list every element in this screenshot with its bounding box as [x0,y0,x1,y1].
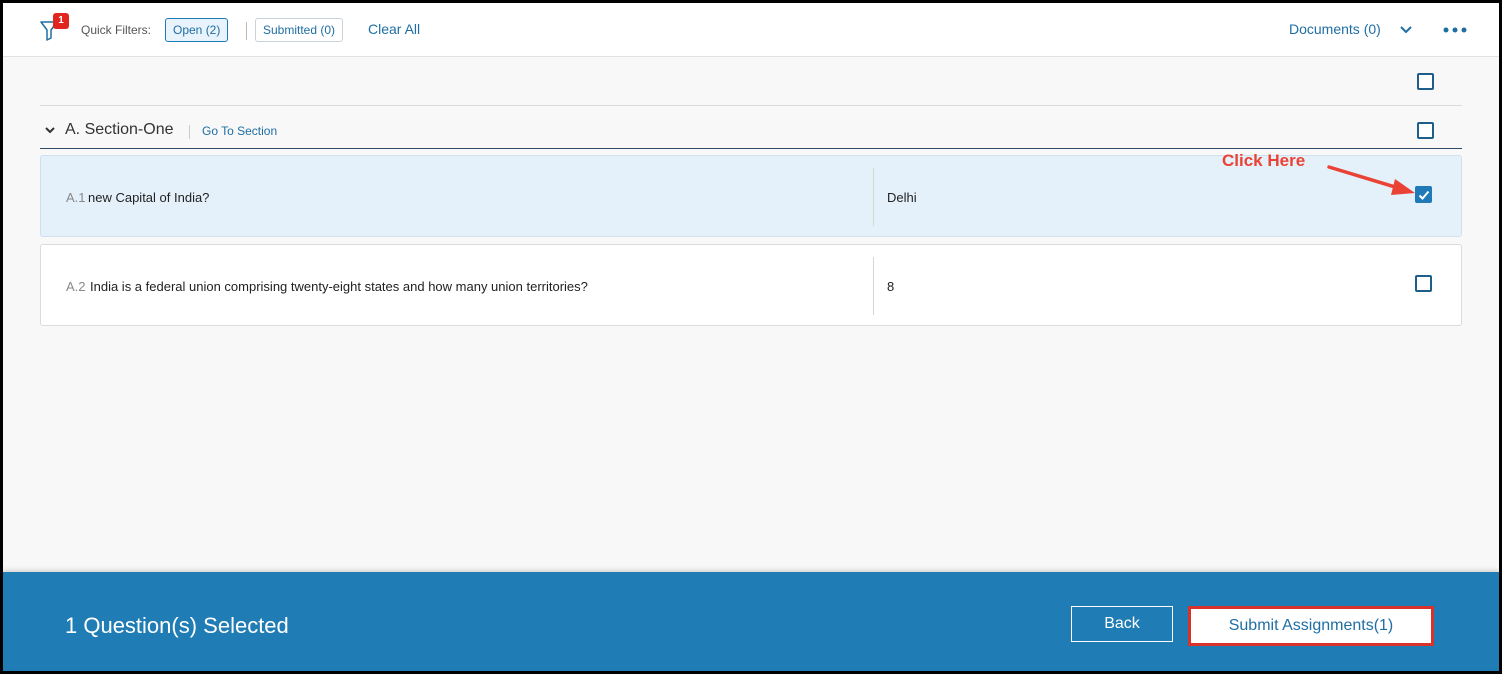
question-row[interactable]: A.2 India is a federal union comprising … [40,244,1462,326]
checkmark-icon [1418,190,1430,200]
question-checkbox[interactable] [1415,275,1432,292]
more-options-icon[interactable] [1443,27,1467,33]
question-text: India is a federal union comprising twen… [90,279,588,294]
back-button[interactable]: Back [1071,606,1173,642]
go-to-section-link[interactable]: Go To Section [202,124,277,138]
answer-text: 8 [887,279,895,294]
annotation-arrow-icon [1327,165,1415,195]
quick-filters-label: Quick Filters: [81,23,152,37]
click-here-annotation: Click Here [1222,151,1306,170]
app-window: 1 Quick Filters: Open (2) Submitted (0) … [3,3,1499,671]
section-divider [189,125,190,139]
column-divider [873,257,874,315]
section-checkbox[interactable] [1417,122,1434,139]
selected-count-text: 1 Question(s) Selected [65,613,289,638]
chevron-down-icon[interactable] [1399,23,1413,37]
filter-toolbar: 1 Quick Filters: Open (2) Submitted (0) … [3,3,1499,57]
column-divider [873,168,874,226]
action-footer: 1 Question(s) Selected Back Submit Assig… [3,572,1499,671]
question-text: new Capital of India? [88,190,210,205]
filter-chip-open[interactable]: Open (2) [165,18,229,42]
question-checkbox[interactable] [1415,186,1432,203]
clear-all-link[interactable]: Clear All [368,21,420,37]
documents-dropdown[interactable]: Documents (0) [1289,21,1381,37]
section-underline [40,148,1462,149]
filter-count-badge: 1 [53,13,69,29]
submit-assignments-button[interactable]: Submit Assignments(1) [1188,606,1434,646]
filter-divider [246,22,247,40]
section-title: A. Section-One [65,121,174,138]
divider [40,105,1462,106]
question-number: A.2 [66,279,86,294]
question-number: A.1 [66,190,86,205]
collapse-section-icon[interactable] [44,124,56,136]
select-all-checkbox[interactable] [1417,73,1434,90]
filter-chip-submitted[interactable]: Submitted (0) [255,18,344,42]
answer-text: Delhi [887,190,917,205]
